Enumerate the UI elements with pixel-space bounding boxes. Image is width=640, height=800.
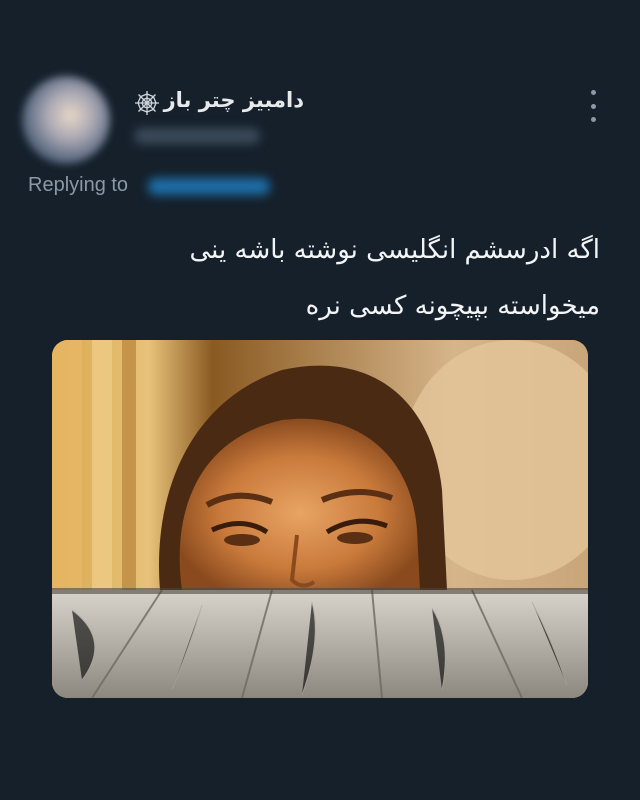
meme-illustration (52, 340, 588, 698)
tweet-line: اگه ادرسشم انگلیسی نوشته باشه ینی (189, 235, 600, 265)
more-vertical-icon[interactable] (586, 90, 600, 122)
handle-redacted[interactable] (134, 128, 260, 144)
display-name[interactable]: دامبیز چتر باز (164, 88, 304, 112)
tweet-line: میخواسته بپیچونه کسی نره (305, 291, 600, 321)
tweet[interactable]: دامبیز چتر باز Replying to اگه ادرسشم ان… (0, 0, 640, 800)
spider-web-icon (135, 91, 159, 115)
avatar[interactable] (22, 76, 110, 164)
meme-image[interactable] (52, 340, 588, 698)
reply-handle-redacted[interactable] (148, 178, 270, 195)
tweet-text: اگه ادرسشم انگلیسی نوشته باشه ینی میخواس… (40, 222, 600, 334)
replying-to-label: Replying to (28, 174, 129, 196)
